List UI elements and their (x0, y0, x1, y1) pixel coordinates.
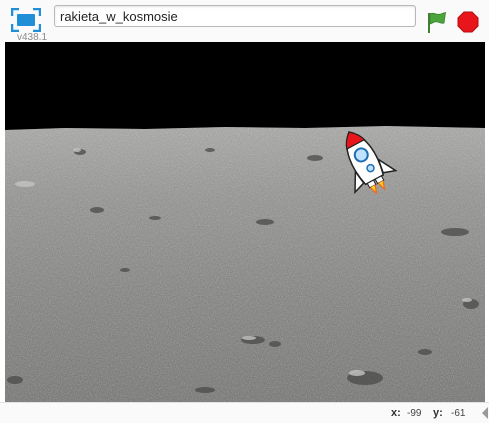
green-flag-icon[interactable] (424, 10, 448, 34)
player-toolbar: v438.1 (0, 0, 489, 43)
x-value: -99 (407, 408, 422, 419)
fullscreen-icon[interactable] (11, 8, 41, 32)
status-bar: x: -99 y: -61 (0, 402, 489, 423)
project-title-input[interactable] (54, 5, 416, 27)
y-value: -61 (451, 408, 466, 419)
moon-surface-backdrop (5, 42, 485, 402)
y-label: y: (433, 407, 443, 419)
stage[interactable] (5, 42, 485, 402)
x-label: x: (391, 407, 401, 419)
collapse-arrow-icon[interactable] (480, 406, 489, 420)
rocket-icon[interactable] (332, 122, 398, 202)
stop-icon[interactable] (457, 11, 479, 33)
